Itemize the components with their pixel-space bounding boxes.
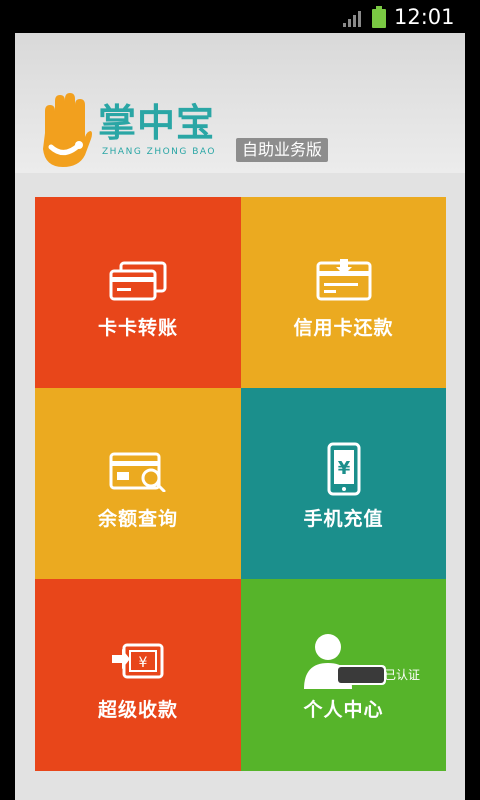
svg-text:¥: ¥ [337,458,350,479]
status-bar: 12:01 [0,0,480,33]
tile-super-receive[interactable]: ¥ 超级收款 [35,579,241,771]
tile-credit-card-repay[interactable]: 信用卡还款 [241,197,446,388]
credit-card-repay-icon [316,259,371,301]
verified-badge: 已认证 [383,668,420,682]
tile-personal-center[interactable]: 已认证 个人中心 [241,579,446,771]
balance-search-icon [109,452,166,492]
brand-pinyin: ZHANG ZHONG BAO [102,147,216,157]
brand-name: 掌中宝 [98,101,216,145]
edition-badge: 自助业务版 [236,138,329,162]
tile-label: 个人中心 [303,699,384,721]
user-verified-icon [303,634,386,689]
tile-label: 卡卡转账 [97,317,178,339]
tile-card-transfer[interactable]: 卡卡转账 [35,197,241,388]
tile-phone-recharge[interactable]: ¥ 手机充值 [241,388,446,579]
signal-icon [343,11,361,27]
menu-grid: 卡卡转账 信用卡还款 余额查询 ¥ 手机充值 ¥ 超级收款 已认证 个人中心 [35,197,446,771]
svg-text:¥: ¥ [139,655,148,671]
clock-time: 12:01 [394,5,455,29]
tile-label: 手机充值 [303,508,384,530]
tile-label: 信用卡还款 [293,317,394,339]
card-transfer-icon [109,261,167,301]
tile-balance-inquiry[interactable]: 余额查询 [35,388,241,579]
tile-label: 超级收款 [97,699,178,721]
super-receive-icon: ¥ [112,643,164,679]
app-logo: 掌中宝 ZHANG ZHONG BAO 自助业务版 [35,93,355,173]
battery-icon [372,6,386,28]
app-screen: 掌中宝 ZHANG ZHONG BAO 自助业务版 卡卡转账 信用卡还款 余额查… [15,33,465,800]
phone-recharge-icon: ¥ [327,442,360,496]
tile-label: 余额查询 [97,508,178,530]
hand-logo-icon [43,93,92,167]
